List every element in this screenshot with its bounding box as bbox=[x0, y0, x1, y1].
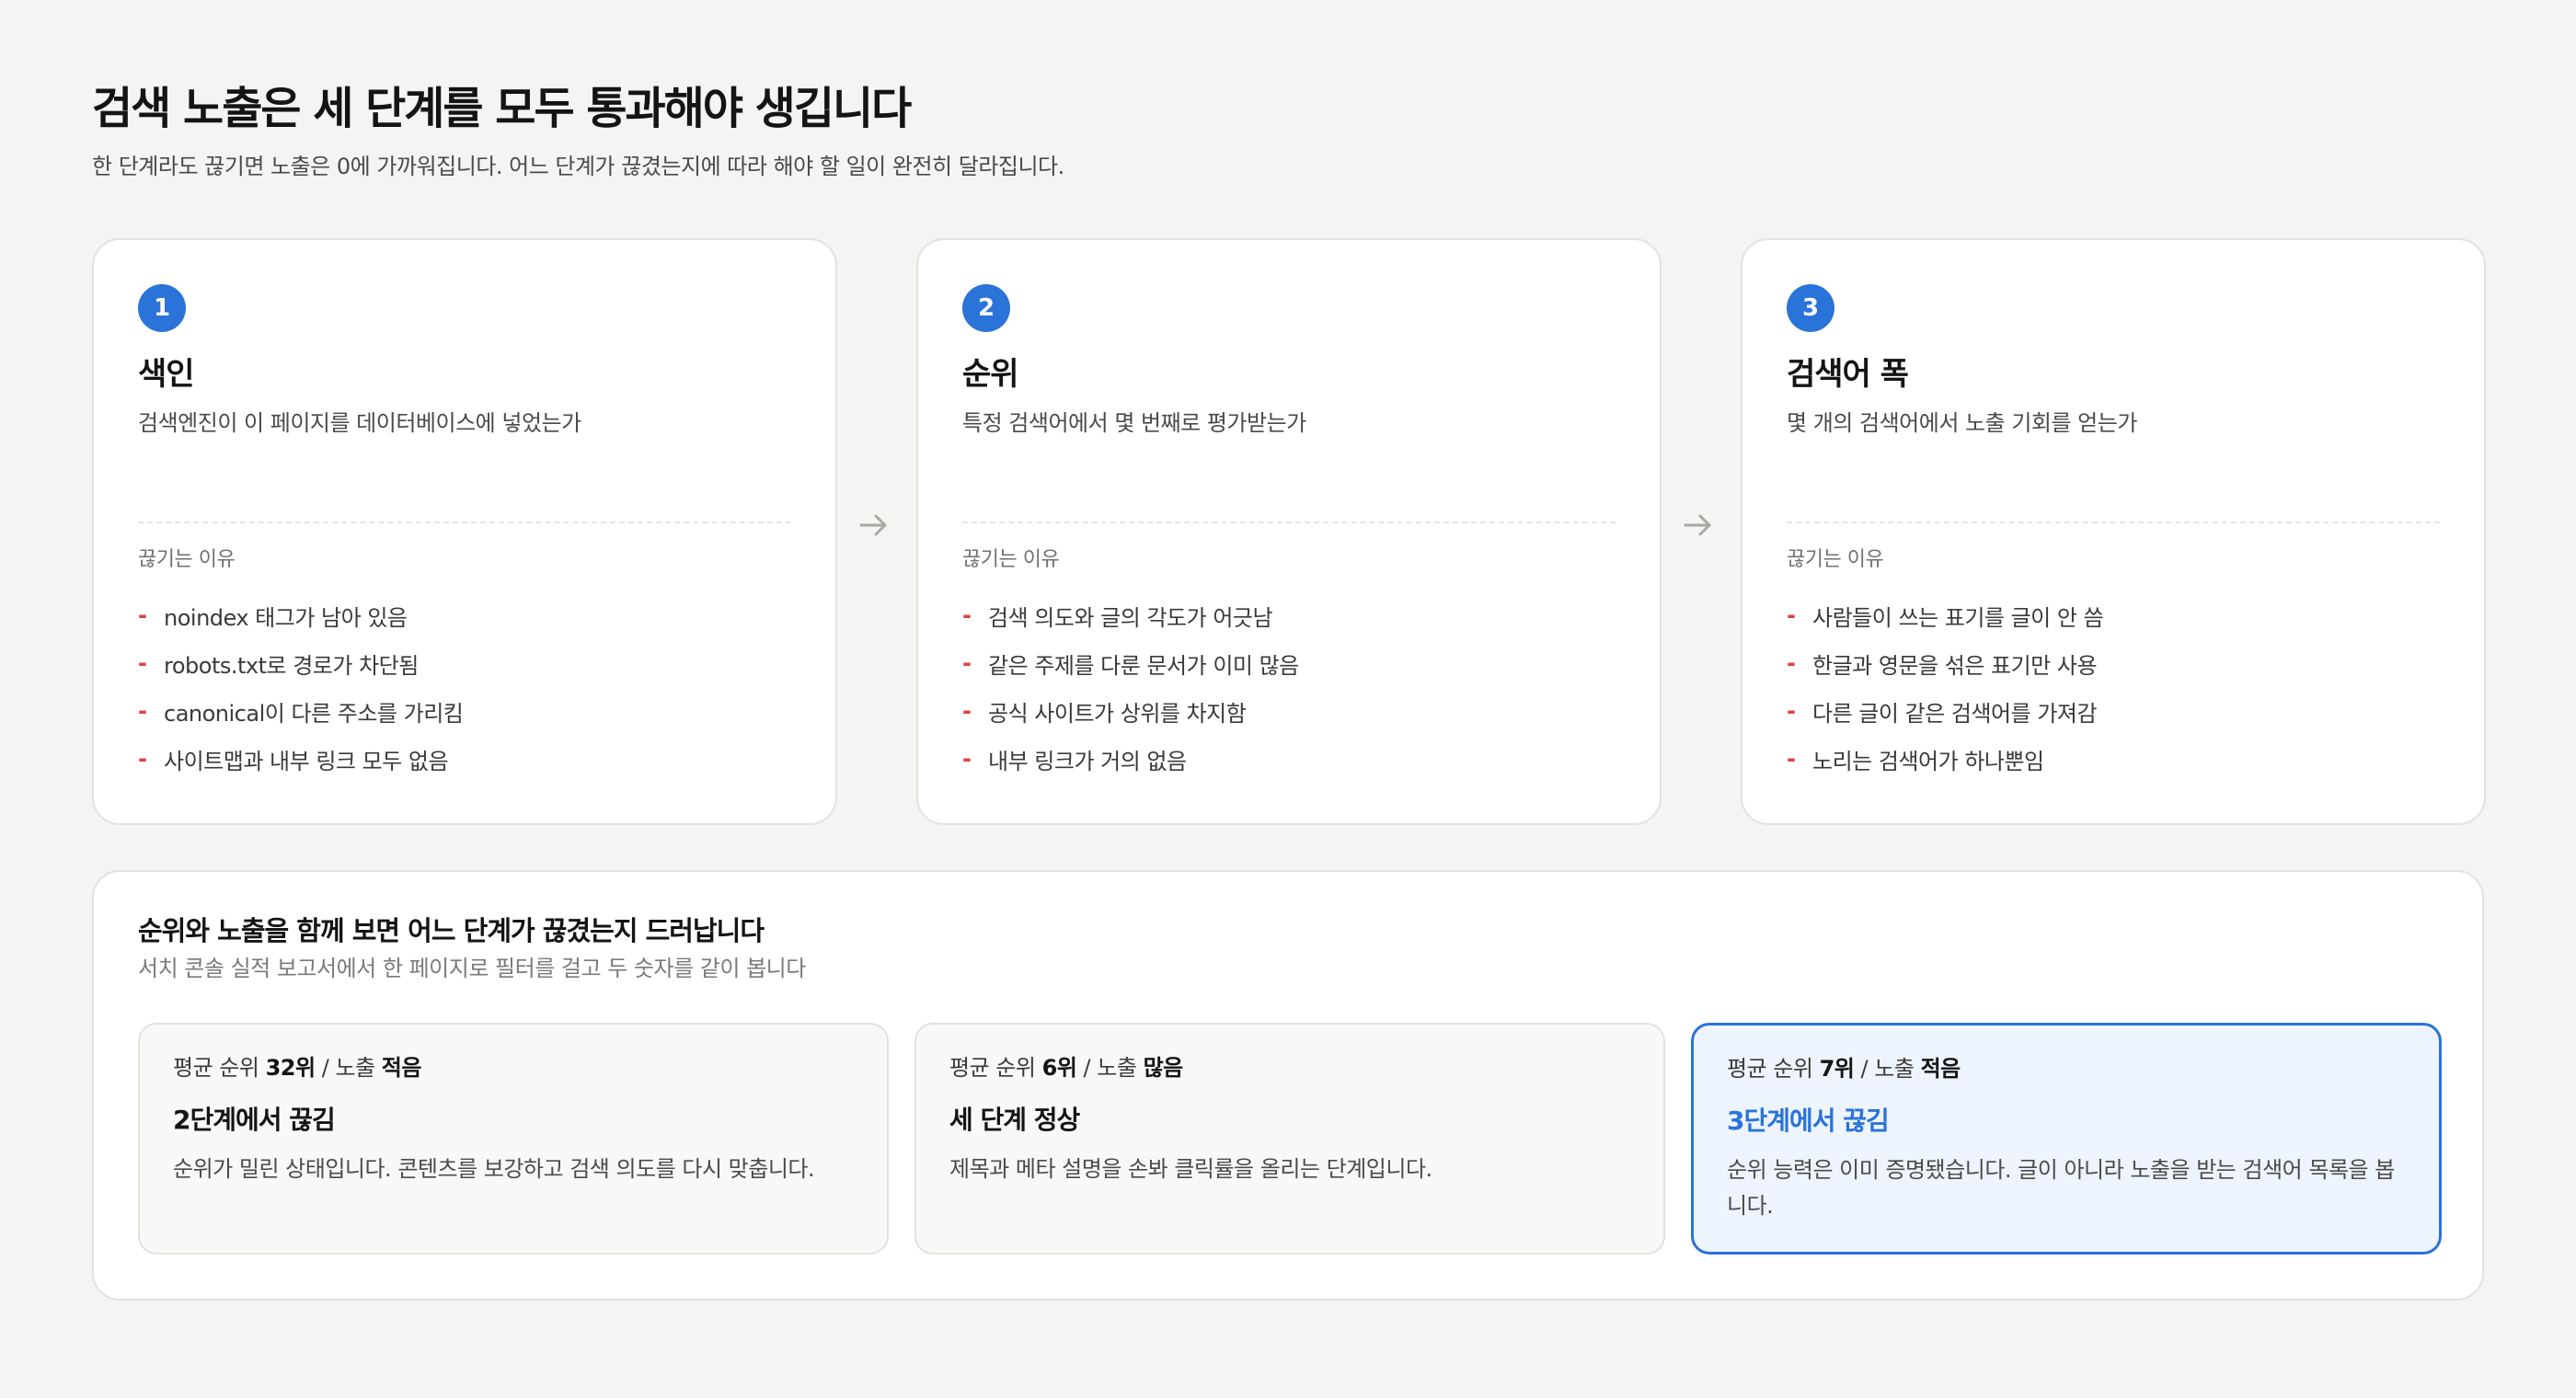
reason-item: - 공식 사이트가 상위를 차지함 bbox=[962, 687, 1616, 735]
rank-label: 평균 순위 bbox=[173, 1055, 259, 1081]
stage-description: 몇 개의 검색어에서 노출 기회를 얻는가 bbox=[1787, 410, 2137, 436]
arrow-right-icon bbox=[859, 514, 887, 536]
dash-bullet: - bbox=[1787, 650, 1796, 676]
case-description: 제목과 메타 설명을 손봐 클릭률을 올리는 단계입니다. bbox=[949, 1156, 1432, 1182]
diagnosis-case: 평균 순위 6위 / 노출 많음 세 단계 정상 제목과 메타 설명을 손봐 클… bbox=[914, 1023, 1665, 1255]
stage-name: 순위 bbox=[962, 356, 1019, 393]
stage-card-indexing: 1 색인 검색엔진이 이 페이지를 데이터베이스에 넣었는가 끊기는 이유 -n… bbox=[92, 238, 837, 825]
stage-name: 색인 bbox=[138, 356, 195, 393]
rank-value: 7위 bbox=[1819, 1056, 1855, 1082]
divider bbox=[138, 521, 791, 523]
failure-reasons: 끊기는 이유 - noindex 태그가 남아 있음 - robots.txt로 경… bbox=[138, 545, 791, 783]
arrow-right-icon bbox=[1684, 514, 1711, 536]
exposure-value: 많음 bbox=[1143, 1055, 1184, 1081]
page-title: 검색 노출은 세 단계를 모두 통과해야 생깁니다 bbox=[92, 83, 912, 134]
reason-list: - 사람들이 쓰는 표기를 글이 안 씀 - 한글과 영문을 섞은 표기만 사용 -… bbox=[1787, 591, 2440, 783]
rank-value: 6위 bbox=[1041, 1055, 1077, 1081]
reason-item: - 검색 의도와 글의 각도가 어긋남 bbox=[962, 591, 1616, 639]
reasons-label: 끊기는 이유 bbox=[138, 548, 236, 571]
exposure-label: 노출 bbox=[1874, 1056, 1915, 1082]
dash-bullet: - bbox=[962, 602, 972, 628]
dash-bullet: - bbox=[1787, 602, 1796, 628]
reason-list: - 검색 의도와 글의 각도가 어긋남 - 같은 주제를 다룬 문서가 이미 많음 … bbox=[962, 591, 1616, 783]
reason-text: 사람들이 쓰는 표기를 글이 안 씀 bbox=[1812, 604, 2104, 631]
dash-bullet: - bbox=[138, 650, 147, 676]
case-metric: 평균 순위 7위 / 노출 적음 bbox=[1727, 1053, 2406, 1084]
stage-card-query-breadth: 3 검색어 폭 몇 개의 검색어에서 노출 기회를 얻는가 끊기는 이유 - 사람… bbox=[1741, 238, 2486, 825]
failure-reasons: 끊기는 이유 - 사람들이 쓰는 표기를 글이 안 씀 - 한글과 영문을 섞은 표… bbox=[1787, 545, 2440, 783]
reason-item: - 사람들이 쓰는 표기를 글이 안 씀 bbox=[1787, 591, 2440, 639]
exposure-value: 적음 bbox=[1920, 1056, 1961, 1082]
reason-text: 한글과 영문을 섞은 표기만 사용 bbox=[1812, 652, 2098, 679]
reason-text: 내부 링크가 거의 없음 bbox=[988, 748, 1187, 774]
reason-item: - 노리는 검색어가 하나뿐임 bbox=[1787, 735, 2440, 783]
reason-item: - 한글과 영문을 섞은 표기만 사용 bbox=[1787, 639, 2440, 687]
reason-text: canonical이 다른 주소를 가리킴 bbox=[164, 700, 464, 727]
diagnosis-case: 평균 순위 32위 / 노출 적음 2단계에서 끊김 순위가 밀린 상태입니다.… bbox=[138, 1023, 889, 1255]
rank-label: 평균 순위 bbox=[949, 1055, 1036, 1081]
case-description: 순위 능력은 이미 증명됐습니다. 글이 아니라 노출을 받는 검색어 목록을 … bbox=[1727, 1157, 2395, 1219]
reason-text: 검색 의도와 글의 각도가 어긋남 bbox=[988, 604, 1273, 631]
rank-value: 32위 bbox=[265, 1055, 316, 1081]
failure-reasons: 끊기는 이유 - 검색 의도와 글의 각도가 어긋남 - 같은 주제를 다룬 문서가… bbox=[962, 545, 1616, 783]
dash-bullet: - bbox=[138, 602, 147, 628]
dash-bullet: - bbox=[1787, 698, 1796, 724]
metric-separator: / bbox=[321, 1055, 329, 1081]
divider bbox=[1787, 521, 2440, 523]
diagnosis-case-highlighted: 평균 순위 7위 / 노출 적음 3단계에서 끊김 순위 능력은 이미 증명됐습… bbox=[1691, 1023, 2442, 1255]
dash-bullet: - bbox=[1787, 746, 1796, 772]
reason-item: - canonical이 다른 주소를 가리킴 bbox=[138, 687, 791, 735]
case-verdict: 세 단계 정상 bbox=[949, 1105, 1080, 1135]
reason-text: 노리는 검색어가 하나뿐임 bbox=[1812, 748, 2044, 774]
exposure-label: 노출 bbox=[335, 1055, 375, 1081]
dash-bullet: - bbox=[138, 698, 147, 724]
exposure-value: 적음 bbox=[381, 1055, 422, 1081]
stage-number-badge: 1 bbox=[138, 284, 186, 332]
stage-flow: 1 색인 검색엔진이 이 페이지를 데이터베이스에 넣었는가 끊기는 이유 -n… bbox=[92, 238, 2486, 825]
case-verdict: 3단계에서 끊김 bbox=[1727, 1106, 1890, 1136]
reason-item: - 사이트맵과 내부 링크 모두 없음 bbox=[138, 735, 791, 783]
dash-bullet: - bbox=[138, 746, 147, 772]
reason-item: - 내부 링크가 거의 없음 bbox=[962, 735, 1616, 783]
reason-item: - noindex 태그가 남아 있음 bbox=[138, 591, 791, 639]
stage-name: 검색어 폭 bbox=[1787, 356, 1909, 393]
reason-item: - robots.txt로 경로가 차단됨 bbox=[138, 639, 791, 687]
dash-bullet: - bbox=[962, 698, 972, 724]
page-subtitle: 한 단계라도 끊기면 노출은 0에 가까워집니다. 어느 단계가 끊겼는지에 따… bbox=[92, 154, 1064, 179]
reason-list: - noindex 태그가 남아 있음 - robots.txt로 경로가 차단됨 … bbox=[138, 591, 791, 783]
reason-text: 사이트맵과 내부 링크 모두 없음 bbox=[164, 748, 449, 774]
case-description: 순위가 밀린 상태입니다. 콘텐츠를 보강하고 검색 의도를 다시 맞춥니다. bbox=[173, 1156, 815, 1182]
stage-number-badge: 3 bbox=[1787, 284, 1834, 332]
reason-text: 다른 글이 같은 검색어를 가져감 bbox=[1812, 700, 2098, 727]
metric-separator: / bbox=[1860, 1056, 1869, 1082]
dash-bullet: - bbox=[962, 746, 972, 772]
dash-bullet: - bbox=[962, 650, 972, 676]
case-metric: 평균 순위 6위 / 노출 많음 bbox=[949, 1052, 1630, 1083]
metric-separator: / bbox=[1083, 1055, 1091, 1081]
reasons-label: 끊기는 이유 bbox=[1787, 548, 1884, 571]
reasons-label: 끊기는 이유 bbox=[962, 548, 1060, 571]
reason-text: noindex 태그가 남아 있음 bbox=[164, 604, 408, 631]
diagnosis-title: 순위와 노출을 함께 보면 어느 단계가 끊겼는지 드러납니다 bbox=[138, 915, 765, 946]
divider bbox=[962, 521, 1616, 523]
reason-item: - 같은 주제를 다룬 문서가 이미 많음 bbox=[962, 639, 1616, 687]
diagnosis-cases: 평균 순위 32위 / 노출 적음 2단계에서 끊김 순위가 밀린 상태입니다.… bbox=[138, 1023, 2442, 1255]
case-metric: 평균 순위 32위 / 노출 적음 bbox=[173, 1052, 854, 1083]
diagnosis-subtitle: 서치 콘솔 실적 보고서에서 한 페이지로 필터를 걸고 두 숫자를 같이 봅니… bbox=[138, 956, 806, 981]
stage-description: 검색엔진이 이 페이지를 데이터베이스에 넣었는가 bbox=[138, 410, 581, 436]
reason-item: - 다른 글이 같은 검색어를 가져감 bbox=[1787, 687, 2440, 735]
reason-text: robots.txt로 경로가 차단됨 bbox=[164, 652, 419, 679]
diagnosis-panel: 순위와 노출을 함께 보면 어느 단계가 끊겼는지 드러납니다 서치 콘솔 실적… bbox=[92, 870, 2484, 1301]
reason-text: 공식 사이트가 상위를 차지함 bbox=[988, 700, 1247, 727]
exposure-label: 노출 bbox=[1097, 1055, 1137, 1081]
reason-text: 같은 주제를 다룬 문서가 이미 많음 bbox=[988, 652, 1299, 679]
stage-card-ranking: 2 순위 특정 검색어에서 몇 번째로 평가받는가 끊기는 이유 - 검색 의도와… bbox=[916, 238, 1662, 825]
stage-description: 특정 검색어에서 몇 번째로 평가받는가 bbox=[962, 410, 1306, 436]
case-verdict: 2단계에서 끊김 bbox=[173, 1105, 336, 1135]
stage-number-badge: 2 bbox=[962, 284, 1010, 332]
rank-label: 평균 순위 bbox=[1727, 1056, 1813, 1082]
page: 검색 노출은 세 단계를 모두 통과해야 생깁니다 한 단계라도 끊기면 노출은… bbox=[0, 0, 2576, 1398]
